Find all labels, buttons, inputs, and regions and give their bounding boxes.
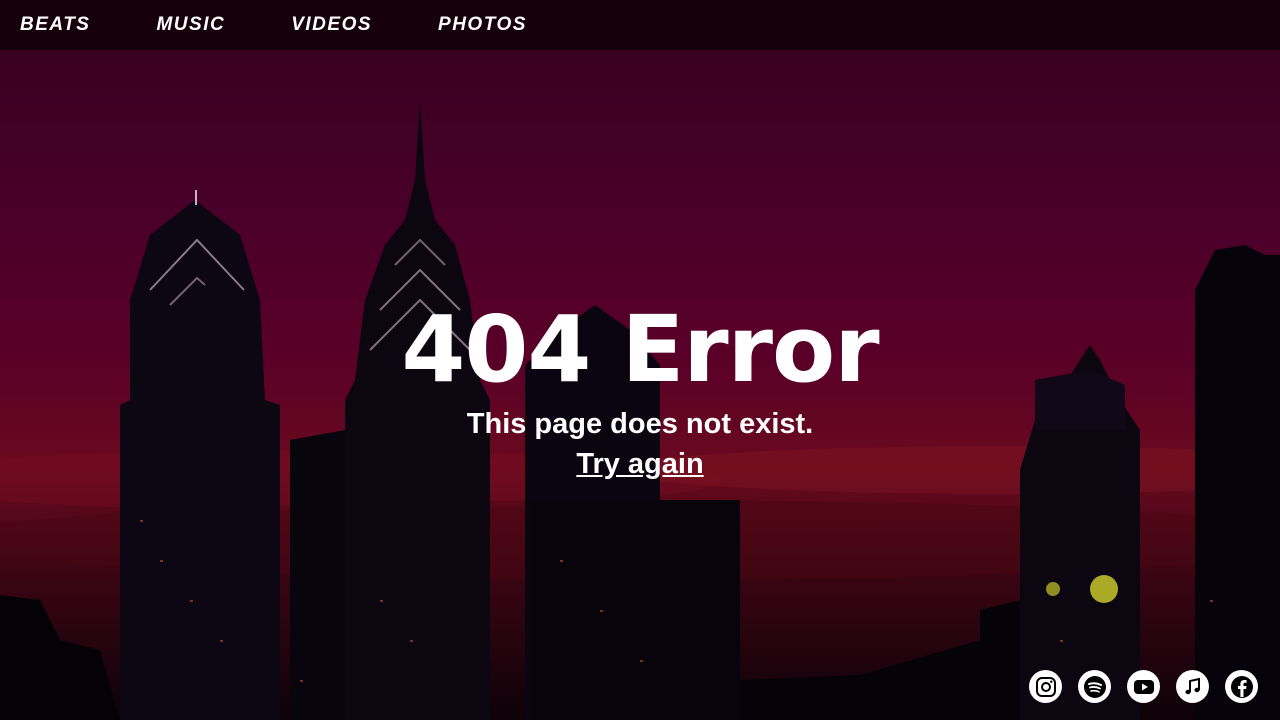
apple-music-icon[interactable] [1176, 670, 1209, 703]
facebook-icon[interactable] [1225, 670, 1258, 703]
nav-beats[interactable]: BEATS [20, 14, 90, 36]
nav-photos[interactable]: PHOTOS [438, 14, 527, 36]
instagram-icon[interactable] [1029, 670, 1062, 703]
error-panel: 404 Error This page does not exist. Try … [0, 298, 1280, 484]
nav-videos[interactable]: VIDEOS [291, 14, 372, 36]
nav-music[interactable]: MUSIC [156, 14, 225, 36]
social-links [1029, 670, 1258, 703]
spotify-icon[interactable] [1078, 670, 1111, 703]
error-message: This page does not exist. [466, 408, 814, 440]
try-again-link[interactable]: Try again [576, 444, 703, 484]
top-nav: BEATS MUSIC VIDEOS PHOTOS [0, 0, 1280, 50]
error-title: 404 Error [401, 296, 879, 403]
youtube-icon[interactable] [1127, 670, 1160, 703]
